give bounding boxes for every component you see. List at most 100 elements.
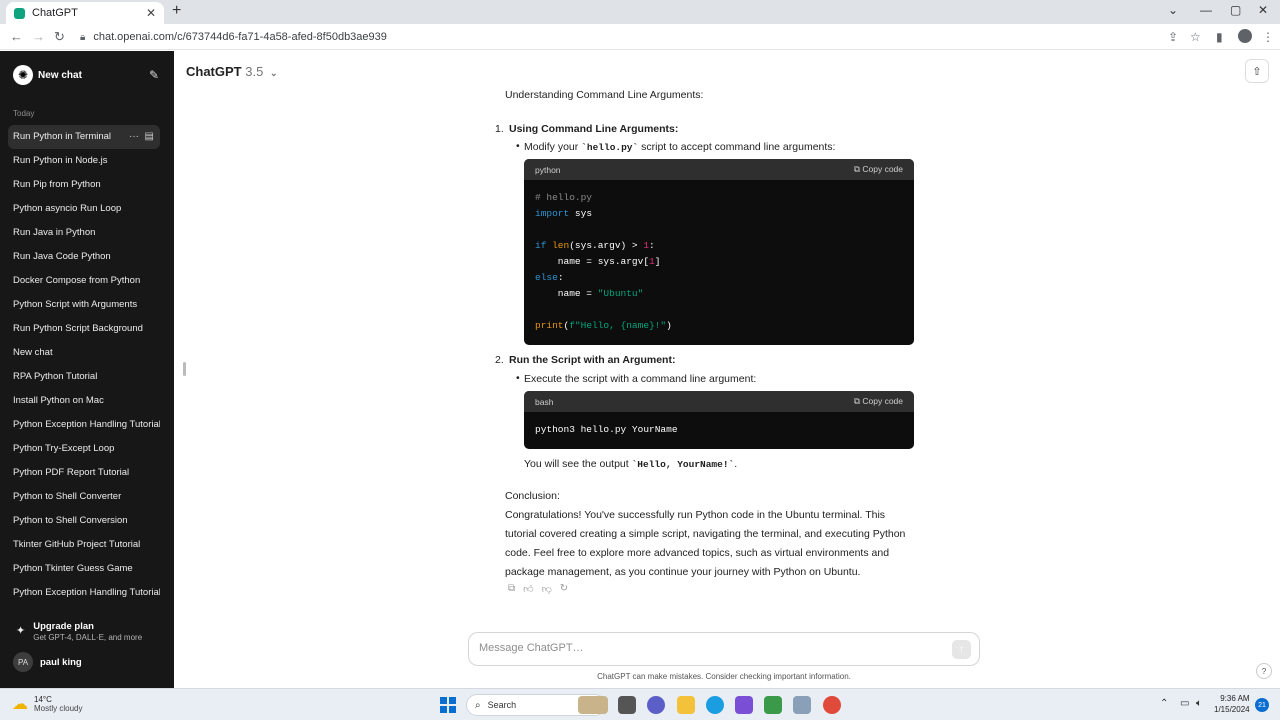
clock-time: 9:36 AM (1220, 694, 1250, 703)
new-tab-button[interactable]: + (172, 2, 181, 20)
browser-menu-icon[interactable]: ⋮ (1262, 30, 1274, 44)
chat-item[interactable]: Python asyncio Run Loop (8, 197, 160, 221)
site-info-icon[interactable]: 🔒︎ (80, 32, 85, 43)
chat-item[interactable]: Run Python Script Background (8, 317, 160, 341)
chat-item[interactable]: Install Python on Mac (8, 389, 160, 413)
upgrade-subtitle: Get GPT-4, DALL·E, and more (33, 633, 143, 642)
send-button[interactable]: ↑ (952, 640, 971, 659)
chrome-browser-icon[interactable] (823, 696, 841, 714)
chat-item-label: Run Java in Python (13, 227, 96, 238)
share-chat-button[interactable]: ⇧ (1245, 59, 1269, 83)
edge-browser-icon[interactable] (706, 696, 724, 714)
conclusion-paragraph: Congratulations! You've successfully run… (505, 509, 906, 578)
sidebar: ✺ New chat ✎ Today Run Python in Termina… (0, 51, 174, 688)
help-button[interactable]: ? (1256, 663, 1272, 679)
tab-title: ChatGPT (32, 7, 78, 19)
chat-item[interactable]: Python Exception Handling Tutorial (8, 581, 160, 605)
copy-code-label: Copy code (862, 164, 903, 174)
copy-code-button[interactable]: ⧉ Copy code (854, 396, 903, 407)
edit-icon[interactable]: ✎ (149, 68, 159, 82)
browser-tab[interactable]: ChatGPT ✕ (6, 2, 164, 24)
side-panel-icon[interactable]: ▮ (1216, 30, 1223, 44)
chat-item-label: Python PDF Report Tutorial (13, 467, 130, 478)
chat-item[interactable]: Python Exception Handling Tutorial (8, 413, 160, 437)
chat-item[interactable]: New chat (8, 341, 160, 365)
bullet-text: Modify your (524, 141, 582, 153)
address-bar-row: ← → ↻ 🔒︎ chat.openai.com/c/673744d6-fa71… (0, 24, 1280, 50)
chat-item-label: Install Python on Mac (13, 395, 104, 406)
tab-search-icon[interactable]: ⌄ (1168, 3, 1178, 17)
message-actions: ⧉ 👍︎ 👎︎ ↻ (508, 583, 568, 595)
notepad-app-icon[interactable] (764, 696, 782, 714)
chat-item[interactable]: Python Tkinter Guess Game (8, 557, 160, 581)
regenerate-icon[interactable]: ↻ (560, 583, 568, 595)
copy-message-icon[interactable]: ⧉ (508, 583, 515, 595)
chat-item[interactable]: Docker Compose from Python (8, 269, 160, 293)
profile-avatar-icon[interactable] (1238, 29, 1252, 43)
chat-item[interactable]: Python Try-Except Loop (8, 437, 160, 461)
upgrade-title: Upgrade plan (33, 621, 94, 632)
upgrade-plan-button[interactable]: ✦ Upgrade plan Get GPT-4, DALL·E, and mo… (16, 621, 142, 642)
file-explorer-icon[interactable] (677, 696, 695, 714)
close-window-icon[interactable]: ✕ (1258, 3, 1268, 17)
notification-badge[interactable]: 21 (1255, 698, 1269, 712)
sidebar-toggle-handle[interactable] (183, 362, 186, 376)
new-chat-label: New chat (38, 69, 82, 81)
chat-item[interactable]: RPA Python Tutorial (8, 365, 160, 389)
copy-code-button[interactable]: ⧉ Copy code (854, 164, 903, 175)
chat-item-label: RPA Python Tutorial (13, 371, 98, 382)
windows-start-icon[interactable] (440, 697, 456, 713)
chat-item-label: Python to Shell Converter (13, 491, 122, 502)
chat-item[interactable]: Run Java in Python (8, 221, 160, 245)
chat-item-active[interactable]: Run Python in Terminal ··· ▤ (8, 125, 160, 149)
search-highlight-icon[interactable] (578, 696, 608, 714)
tab-close-icon[interactable]: ✕ (146, 6, 156, 20)
minimize-icon[interactable]: — (1200, 3, 1212, 17)
code-content: python3 hello.py YourName (535, 424, 678, 435)
chat-item-label: Python to Shell Conversion (13, 515, 128, 526)
new-chat-button[interactable]: ✺ New chat ✎ (13, 65, 159, 85)
back-icon[interactable]: ← (10, 29, 23, 44)
model-selector[interactable]: ChatGPT 3.5 ⌄ (186, 64, 278, 79)
chat-item[interactable]: Run Java Code Python (8, 245, 160, 269)
forward-icon[interactable]: → (32, 29, 45, 44)
tray-chevron-up-icon[interactable]: ⌃ (1160, 698, 1168, 709)
url-bar[interactable]: 🔒︎ chat.openai.com/c/673744d6-fa71-4a58-… (74, 27, 1154, 47)
chat-item[interactable]: Python to Shell Converter (8, 485, 160, 509)
chat-item[interactable]: Run Python in Node.js (8, 149, 160, 173)
thumbs-down-icon[interactable]: 👎︎ (542, 583, 552, 595)
chat-item[interactable]: Python PDF Report Tutorial (8, 461, 160, 485)
weather-widget[interactable]: ☁ 14°C Mostly cloudy (12, 694, 82, 714)
message-composer: ↑ (468, 632, 980, 666)
output-note: You will see the output `Hello, YourName… (524, 458, 737, 470)
chat-item-label: Run Python Script Background (13, 323, 143, 334)
share-page-icon[interactable]: ⇪ (1168, 30, 1178, 44)
bookmark-star-icon[interactable]: ☆ (1190, 30, 1201, 44)
chat-item[interactable]: Python Script with Arguments (8, 293, 160, 317)
chat-options-icon[interactable]: ··· ▤ (129, 125, 154, 149)
user-menu[interactable]: PA paul king (13, 652, 82, 672)
vpn-app-icon[interactable] (735, 696, 753, 714)
reload-icon[interactable]: ↻ (54, 29, 65, 45)
snipping-tool-icon[interactable] (793, 696, 811, 714)
network-icon[interactable]: ▭ (1180, 698, 1189, 709)
os-taskbar: ☁ 14°C Mostly cloudy ⌕ Search ⌃ ▭ 🔈︎ 9:3… (0, 688, 1280, 720)
inline-code: `hello.py` (581, 142, 639, 153)
chat-item[interactable]: Run Pip from Python (8, 173, 160, 197)
section-label-today: Today (13, 109, 35, 118)
chat-item[interactable]: Tkinter GitHub Project Tutorial (8, 533, 160, 557)
message-input[interactable] (479, 642, 939, 654)
task-view-icon[interactable] (618, 696, 636, 714)
chat-app-icon[interactable] (647, 696, 665, 714)
volume-icon[interactable]: 🔈︎ (1196, 698, 1202, 709)
code-content: # hello.py import sys if len(sys.argv) >… (535, 192, 672, 331)
system-clock[interactable]: 9:36 AM 1/15/2024 (1214, 693, 1250, 715)
clipboard-icon: ⧉ (853, 396, 860, 406)
model-name: ChatGPT (186, 64, 242, 79)
code-language: python (535, 164, 561, 175)
url-text: chat.openai.com/c/673744d6-fa71-4a58-afe… (93, 31, 387, 43)
step-heading: Run the Script with an Argument: (509, 354, 676, 366)
restore-icon[interactable]: ▢ (1230, 3, 1241, 17)
chat-item[interactable]: Python to Shell Conversion (8, 509, 160, 533)
thumbs-up-icon[interactable]: 👍︎ (523, 583, 533, 595)
